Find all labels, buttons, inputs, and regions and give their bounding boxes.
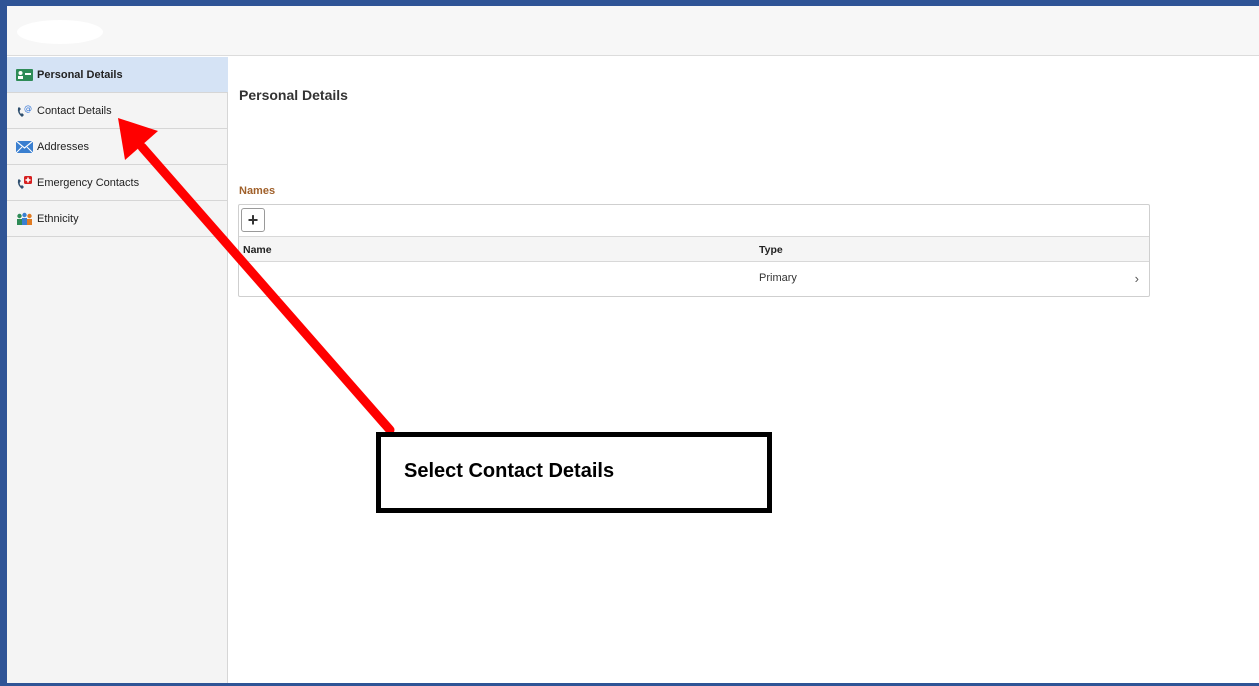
id-card-icon (16, 68, 33, 82)
annotation-callout: Select Contact Details (376, 432, 772, 513)
sidebar-item-label: Addresses (37, 140, 89, 153)
sidebar-item-ethnicity[interactable]: Ethnicity (7, 201, 228, 237)
envelope-icon (15, 140, 34, 154)
page-title: Personal Details (239, 87, 348, 103)
column-header-name: Name (243, 244, 272, 256)
sidebar-item-label: Contact Details (37, 104, 112, 117)
sidebar-item-emergency-contacts[interactable]: Emergency Contacts (7, 165, 228, 201)
table-row[interactable]: Primary › (239, 262, 1149, 296)
emergency-phone-icon (16, 175, 33, 190)
logo (17, 20, 103, 44)
type-cell: Primary (759, 272, 797, 284)
add-name-button[interactable]: + (241, 208, 265, 232)
phone-email-icon: @ (16, 104, 33, 118)
sidebar-item-contact-details[interactable]: @ Contact Details (7, 93, 228, 129)
sidebar-item-label: Emergency Contacts (37, 176, 140, 189)
names-section-title: Names (239, 185, 276, 197)
grid-header: Name Type (239, 236, 1149, 262)
top-banner (7, 6, 1259, 56)
sidebar: Personal Details @ Contact Details Addre… (7, 57, 228, 683)
app-window: Personal Details @ Contact Details Addre… (7, 6, 1259, 683)
sidebar-item-label: Ethnicity (37, 212, 79, 225)
svg-text:@: @ (24, 104, 32, 113)
people-icon (16, 212, 33, 226)
sidebar-item-label: Personal Details (37, 68, 123, 81)
sidebar-item-addresses[interactable]: Addresses (7, 129, 228, 165)
sidebar-item-personal-details[interactable]: Personal Details (7, 57, 228, 93)
names-grid: + Name Type Primary › (238, 204, 1150, 297)
main-content: Personal Details Names + Name Type Prima… (229, 57, 1259, 683)
chevron-right-icon[interactable]: › (1135, 271, 1139, 286)
column-header-type: Type (759, 244, 783, 256)
callout-text: Select Contact Details (404, 460, 615, 482)
